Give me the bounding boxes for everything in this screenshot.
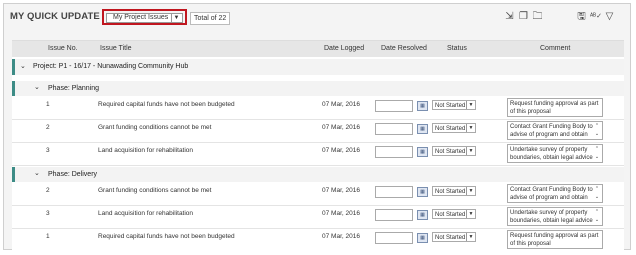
col-issue-no: Issue No. (48, 45, 78, 52)
chevron-down-icon: ▼ (466, 233, 475, 241)
status-select[interactable]: Not Started ▼ (432, 209, 476, 219)
comment-field[interactable]: Contact Grant Funding Body to advise of … (507, 121, 603, 140)
status-value: Not Started (435, 212, 466, 218)
status-select[interactable]: Not Started ▼ (432, 100, 476, 110)
date-logged: 07 Mar, 2016 (322, 210, 360, 217)
table-row: 1 Required capital funds have not been b… (12, 97, 624, 120)
total-count: Total of 22 (190, 12, 231, 25)
chevron-down-icon: ▼ (466, 124, 475, 132)
chevron-down-icon: ▼ (466, 101, 475, 109)
col-status: Status (447, 45, 467, 52)
issue-title: Grant funding conditions cannot be met (98, 187, 212, 194)
comment-field[interactable]: Undertake survey of property boundaries,… (507, 207, 603, 226)
table-row: 2 Grant funding conditions cannot be met… (12, 120, 624, 143)
filter-icon[interactable]: ▽ (604, 11, 615, 22)
table-row: 2 Grant funding conditions cannot be met… (12, 183, 624, 206)
panel-header: MY QUICK UPDATE My Project Issues ▼ Tota… (4, 4, 630, 30)
project-label: Project: P1 - 16/17 - Nunawading Communi… (33, 63, 189, 70)
status-value: Not Started (435, 126, 466, 132)
quick-update-panel: MY QUICK UPDATE My Project Issues ▼ Tota… (3, 3, 631, 251)
calendar-icon[interactable]: ▦ (417, 147, 428, 157)
date-resolved-input[interactable] (375, 146, 413, 158)
chevron-down-icon: ▼ (171, 14, 181, 22)
status-value: Not Started (435, 189, 466, 195)
status-select[interactable]: Not Started ▼ (432, 146, 476, 156)
issue-title: Required capital funds have not been bud… (98, 101, 235, 108)
chevron-down-icon[interactable]: ⌄ (20, 62, 26, 70)
phase-label: Phase: Delivery (48, 171, 98, 178)
calendar-icon[interactable]: ▦ (417, 233, 428, 243)
calendar-icon[interactable]: ▦ (417, 101, 428, 111)
status-select[interactable]: Not Started ▼ (432, 186, 476, 196)
comment-scroll-icon[interactable]: ⌃ ⌄ (593, 122, 601, 139)
issue-no: 2 (46, 124, 50, 131)
comment-scroll-icon[interactable]: ⌃ ⌄ (593, 145, 601, 162)
col-issue-title: Issue Title (100, 45, 132, 52)
chevron-down-icon: ▼ (466, 147, 475, 155)
calendar-icon[interactable]: ▦ (417, 210, 428, 220)
filter-select[interactable]: My Project Issues ▼ (106, 13, 183, 23)
chevron-down-icon: ▼ (466, 187, 475, 195)
status-select[interactable]: Not Started ▼ (432, 123, 476, 133)
filter-highlight: My Project Issues ▼ (102, 9, 187, 25)
issues-table: Issue No. Issue Title Date Logged Date R… (12, 40, 624, 251)
issue-no: 2 (46, 187, 50, 194)
phase-label: Phase: Planning (48, 85, 99, 92)
date-resolved-input[interactable] (375, 123, 413, 135)
comment-field[interactable]: Request funding approval as part of this… (507, 98, 603, 117)
issue-title: Land acquisition for rehabilitation (98, 210, 194, 217)
date-resolved-input[interactable] (375, 209, 413, 221)
chevron-down-icon[interactable]: ⌄ (34, 169, 40, 177)
issue-title: Required capital funds have not been bud… (98, 233, 235, 240)
date-logged: 07 Mar, 2016 (322, 124, 360, 131)
calendar-icon[interactable]: ▦ (417, 187, 428, 197)
phase-group-row[interactable]: ⌄ Phase: Delivery (12, 167, 624, 182)
comment-scroll-icon[interactable]: ⌃ ⌄ (593, 208, 601, 225)
project-group-row[interactable]: ⌄ Project: P1 - 16/17 - Nunawading Commu… (12, 59, 624, 75)
filter-select-value: My Project Issues (113, 14, 169, 21)
spellcheck-icon[interactable]: ᴬᴮ✓ (590, 11, 602, 22)
col-comment: Comment (540, 45, 571, 52)
issue-no: 1 (46, 233, 50, 240)
comment-field[interactable]: Contact Grant Funding Body to advise of … (507, 184, 603, 203)
issue-title: Grant funding conditions cannot be met (98, 124, 212, 131)
copy-icon[interactable]: ❐ (518, 11, 529, 22)
issue-no: 1 (46, 101, 50, 108)
table-row: 3 Land acquisition for rehabilitation 07… (12, 206, 624, 229)
comment-field[interactable]: Undertake survey of property boundaries,… (507, 144, 603, 163)
status-value: Not Started (435, 103, 466, 109)
chevron-down-icon[interactable]: ⌄ (34, 83, 40, 91)
date-logged: 07 Mar, 2016 (322, 233, 360, 240)
issue-no: 3 (46, 210, 50, 217)
date-logged: 07 Mar, 2016 (322, 101, 360, 108)
status-value: Not Started (435, 235, 466, 241)
issue-title: Land acquisition for rehabilitation (98, 147, 194, 154)
comment-field[interactable]: Request funding approval as part of this… (507, 230, 603, 249)
date-resolved-input[interactable] (375, 100, 413, 112)
export-icon[interactable]: ⇲ (504, 11, 515, 22)
status-select[interactable]: Not Started ▼ (432, 232, 476, 242)
table-row: 1 Required capital funds have not been b… (12, 229, 624, 251)
date-logged: 07 Mar, 2016 (322, 187, 360, 194)
table-row: 3 Land acquisition for rehabilitation 07… (12, 143, 624, 166)
phase-group-row[interactable]: ⌄ Phase: Planning (12, 81, 624, 96)
save-icon[interactable]: 🖫 (576, 11, 587, 22)
status-value: Not Started (435, 149, 466, 155)
panel-title: MY QUICK UPDATE (10, 11, 100, 22)
date-logged: 07 Mar, 2016 (322, 147, 360, 154)
issue-no: 3 (46, 147, 50, 154)
date-resolved-input[interactable] (375, 186, 413, 198)
comment-scroll-icon[interactable]: ⌃ ⌄ (593, 185, 601, 202)
col-date-resolved: Date Resolved (381, 45, 427, 52)
table-header: Issue No. Issue Title Date Logged Date R… (12, 41, 624, 57)
calendar-icon[interactable]: ▦ (417, 124, 428, 134)
col-date-logged: Date Logged (324, 45, 365, 52)
chevron-down-icon: ▼ (466, 210, 475, 218)
date-resolved-input[interactable] (375, 232, 413, 244)
folder-icon[interactable]: 🗀 (532, 11, 543, 22)
